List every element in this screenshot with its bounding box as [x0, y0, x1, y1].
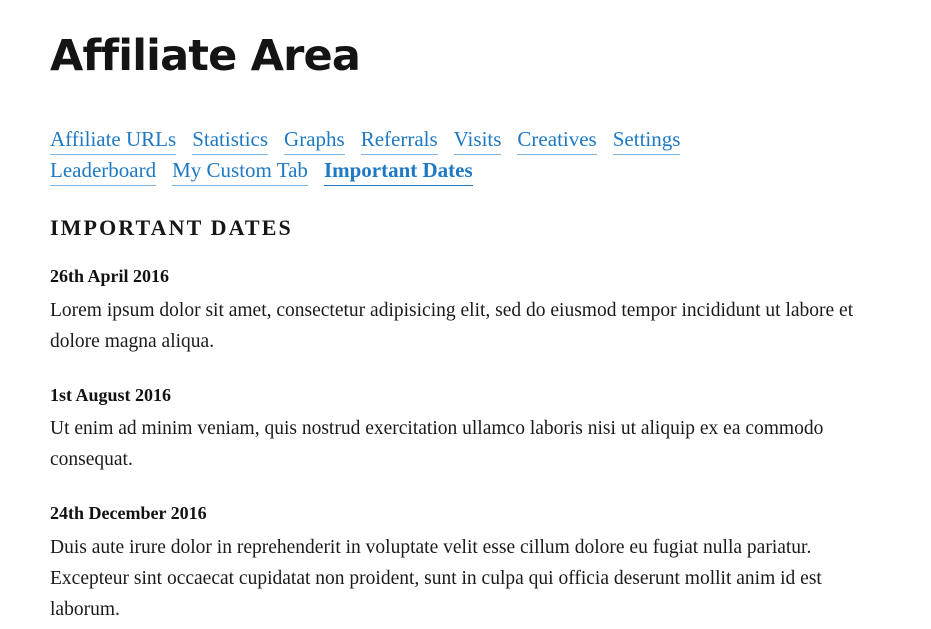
date-entry: 24th December 2016 Duis aute irure dolor … — [50, 503, 885, 625]
date-entry: 1st August 2016 Ut enim ad minim veniam, … — [50, 385, 885, 476]
tab-creatives[interactable]: Creatives — [517, 125, 597, 156]
important-dates-list: 26th April 2016 Lorem ipsum dolor sit ame… — [50, 266, 885, 625]
tab-settings[interactable]: Settings — [612, 125, 681, 156]
tab-referrals[interactable]: Referrals — [360, 125, 438, 156]
tab-visits[interactable]: Visits — [453, 125, 502, 156]
date-entry-title: 24th December 2016 — [50, 503, 207, 524]
tab-important-dates[interactable]: Important Dates — [323, 156, 473, 187]
tab-my-custom-tab[interactable]: My Custom Tab — [172, 156, 308, 187]
date-entry: 26th April 2016 Lorem ipsum dolor sit ame… — [50, 266, 885, 357]
affiliate-tab-nav: Affiliate URLs Statistics Graphs Referrals V… — [50, 125, 780, 187]
page-title: Affiliate Area — [50, 31, 361, 81]
date-entry-body: Lorem ipsum dolor sit amet, consectetur … — [50, 299, 854, 352]
tab-graphs[interactable]: Graphs — [284, 125, 345, 156]
date-entry-body: Ut enim ad minim veniam, quis nostrud ex… — [50, 418, 824, 471]
section-heading: Important Dates — [50, 215, 293, 241]
affiliate-area-page: Affiliate Area Affiliate URLs Statistics G… — [0, 0, 931, 625]
date-entry-body: Duis aute irure dolor in reprehenderit i… — [50, 536, 822, 620]
tab-statistics[interactable]: Statistics — [192, 125, 269, 156]
tab-affiliate-urls[interactable]: Affiliate URLs — [50, 125, 177, 156]
date-entry-title: 1st August 2016 — [50, 384, 172, 405]
tab-leaderboard[interactable]: Leaderboard — [50, 156, 157, 187]
date-entry-title: 26th April 2016 — [50, 266, 170, 287]
